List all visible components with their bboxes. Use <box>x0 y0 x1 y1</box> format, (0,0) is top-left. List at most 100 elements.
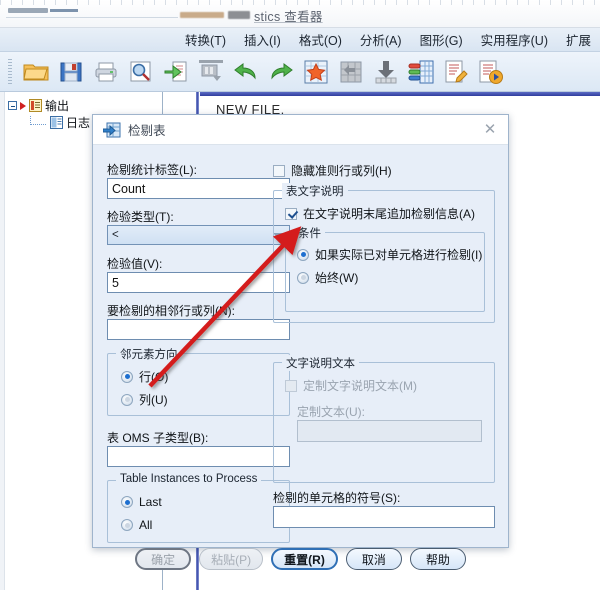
document-top-rule <box>200 92 600 96</box>
goto-star-icon[interactable] <box>301 57 331 87</box>
tree-item-log[interactable]: 日志 <box>30 114 90 131</box>
menu-item-1[interactable]: 转换(T) <box>176 28 235 51</box>
checkbox-append-info-label: 在文字说明末尾追加检剔信息(A) <box>303 207 475 221</box>
radio-instances-all-label: All <box>139 518 153 532</box>
symbol-caption: 检剔的单元格的符号(S): <box>273 491 401 505</box>
pivot-table-icon[interactable] <box>406 57 436 87</box>
checkbox-box-icon <box>285 207 297 220</box>
redo-arrow-icon[interactable] <box>266 57 296 87</box>
ruler-ticks <box>0 0 600 5</box>
radio-dot-icon <box>297 248 309 261</box>
radio-instances-all[interactable]: All <box>121 518 152 532</box>
dialog-body: 检剔统计标签(L): 检验类型(T): < 检验值(V): 要检剔的相邻行或列(… <box>93 146 508 570</box>
edit-document-icon[interactable] <box>441 57 471 87</box>
radio-dot-icon <box>121 393 133 406</box>
radio-cond-always-label: 始终(W) <box>315 271 359 285</box>
table-back-icon[interactable] <box>336 57 366 87</box>
oms-subtype-input[interactable] <box>107 446 290 467</box>
title-divider <box>6 17 178 18</box>
insert-down-icon[interactable] <box>371 57 401 87</box>
undo-arrow-icon[interactable] <box>231 57 261 87</box>
radio-direction-row[interactable]: 行(O) <box>121 368 168 385</box>
radio-dot-icon <box>121 370 133 383</box>
test-value-input[interactable] <box>107 272 290 293</box>
tree-item-log-label: 日志 <box>66 116 91 130</box>
test-value-caption: 检验值(V): <box>107 257 163 271</box>
tree-item-output-label: 输出 <box>45 99 70 113</box>
oms-subtype-caption: 表 OMS 子类型(B): <box>107 431 209 445</box>
tree-connector <box>30 115 46 125</box>
radio-cond-always[interactable]: 始终(W) <box>297 269 358 286</box>
table-subtypes-icon <box>103 122 121 137</box>
help-button[interactable]: 帮助 <box>409 548 466 570</box>
output-node-icon <box>29 99 42 112</box>
checkbox-custom-footnote[interactable]: 定制文字说明文本(M) <box>285 377 417 394</box>
menu-item-7[interactable]: 扩展 <box>557 28 600 51</box>
ok-button: 确定 <box>135 548 192 570</box>
radio-dot-icon <box>297 271 309 284</box>
menu-item-6[interactable]: 实用程序(U) <box>472 28 557 51</box>
print-preview-icon[interactable] <box>126 57 156 87</box>
radio-dot-icon <box>121 496 133 508</box>
app-window: stics 查看器 转换(T) 插入(I) 格式(O) 分析(A) 图形(G) 实用程序(… <box>0 0 600 590</box>
checkbox-box-icon <box>285 379 297 392</box>
menu-item-2[interactable]: 插入(I) <box>235 28 290 51</box>
direction-group-title: 邻元素方向 <box>116 346 182 362</box>
checkbox-box-icon <box>273 164 285 177</box>
custom-text-input[interactable] <box>297 420 482 442</box>
dialog-button-row: 确定 粘贴(P) 重置(R) 取消 帮助 <box>93 542 508 576</box>
stat-label-input[interactable] <box>107 178 290 199</box>
title-bar: stics 查看器 <box>0 0 600 28</box>
toolbar-grip[interactable] <box>8 58 12 85</box>
log-node-icon <box>50 116 63 129</box>
export-document-icon[interactable] <box>161 57 191 87</box>
paste-button: 粘贴(P) <box>199 548 264 570</box>
radio-direction-col-label: 列(U) <box>139 393 168 407</box>
toolbar <box>0 52 600 92</box>
outline-scrollbar[interactable] <box>0 92 5 590</box>
dialog-title-bar: 检剔表 ✕ <box>93 115 508 145</box>
adjacent-input[interactable] <box>107 319 290 340</box>
title-chip-a <box>8 8 48 13</box>
collapse-toggle-icon[interactable] <box>8 101 17 110</box>
current-item-arrow-icon <box>20 101 26 110</box>
radio-direction-row-label: 行(O) <box>139 370 169 384</box>
checkbox-hide-criteria-label: 隐藏准则行或列(H) <box>291 164 392 178</box>
tree-item-output[interactable]: 输出 <box>8 97 69 114</box>
radio-direction-col[interactable]: 列(U) <box>121 391 168 408</box>
cancel-button[interactable]: 取消 <box>345 548 402 570</box>
menu-item-5[interactable]: 图形(G) <box>411 28 472 51</box>
stat-label-caption: 检剔统计标签(L): <box>107 163 198 177</box>
title-redaction-b <box>228 11 250 19</box>
chart-dropdown-icon[interactable] <box>196 57 226 87</box>
menu-item-4[interactable]: 分析(A) <box>351 28 411 51</box>
radio-cond-if-applied[interactable]: 如果实际已对单元格进行检剔(I) <box>297 246 482 263</box>
table-instances-group-title: Table Instances to Process <box>116 473 262 485</box>
printer-icon[interactable] <box>91 57 121 87</box>
radio-instances-last-label: Last <box>139 495 162 509</box>
symbol-input[interactable] <box>273 506 495 528</box>
radio-instances-last[interactable]: Last <box>121 495 162 509</box>
title-redaction-a <box>180 12 224 18</box>
test-type-combo[interactable]: < <box>107 225 290 245</box>
test-type-value: < <box>112 229 119 241</box>
save-disk-icon[interactable] <box>56 57 86 87</box>
table-instances-group: Table Instances to Process <box>107 473 290 543</box>
app-title-text: stics 查看器 <box>254 9 323 24</box>
reset-button[interactable]: 重置(R) <box>271 548 338 570</box>
adjacent-caption: 要检剔的相邻行或列(N): <box>107 304 235 318</box>
close-icon[interactable]: ✕ <box>482 122 498 138</box>
custom-text-caption: 定制文本(U): <box>297 405 365 419</box>
menu-bar[interactable]: 转换(T) 插入(I) 格式(O) 分析(A) 图形(G) 实用程序(U) 扩展 <box>0 28 600 52</box>
checkbox-hide-criteria[interactable]: 隐藏准则行或列(H) <box>273 162 392 179</box>
footnote-group-title: 表文字说明 <box>282 183 348 199</box>
test-type-caption: 检验类型(T): <box>107 210 174 224</box>
table-subtypes-dialog: 检剔表 ✕ 检剔统计标签(L): 检验类型(T): < 检验值(V): 要检剔的… <box>92 114 509 570</box>
checkbox-custom-footnote-label: 定制文字说明文本(M) <box>303 379 417 393</box>
condition-group-title: 条件 <box>294 225 325 241</box>
menu-item-3[interactable]: 格式(O) <box>290 28 351 51</box>
checkbox-append-info[interactable]: 在文字说明末尾追加检剔信息(A) <box>285 205 475 222</box>
run-document-icon[interactable] <box>476 57 506 87</box>
open-folder-icon[interactable] <box>21 57 51 87</box>
dialog-title: 检剔表 <box>128 124 166 138</box>
